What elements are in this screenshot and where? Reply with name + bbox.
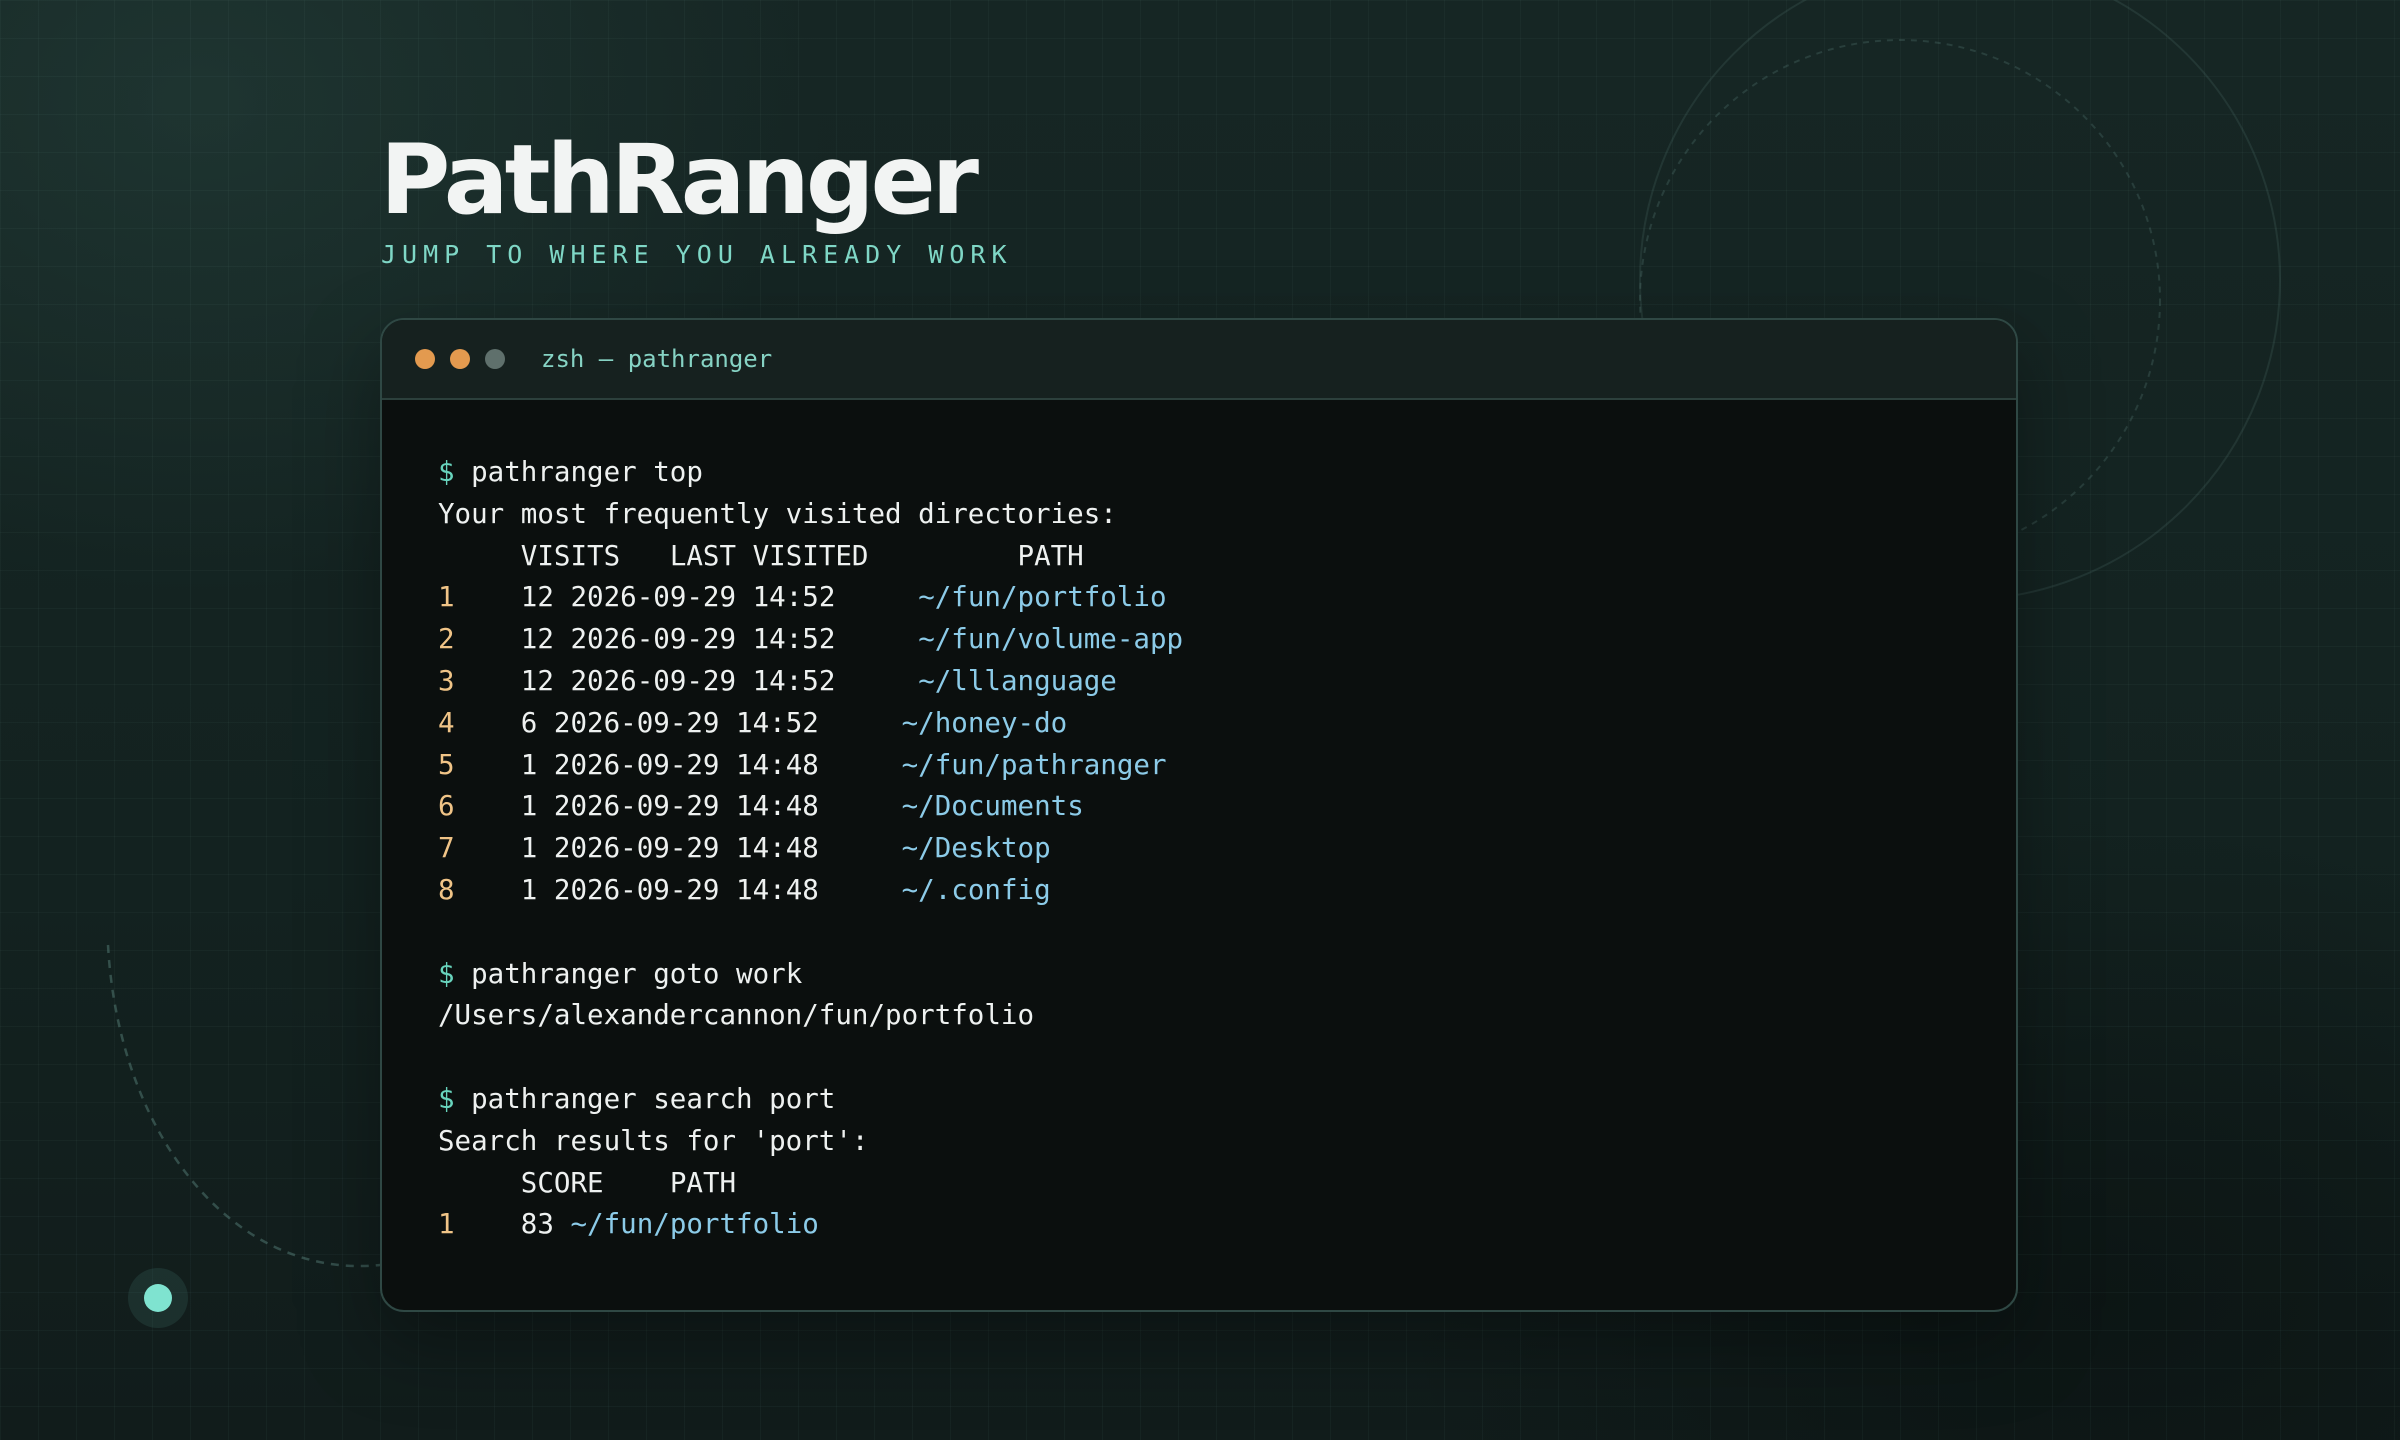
command-text: pathranger top [471, 456, 703, 488]
top-column-header: VISITS LAST VISITED PATH [438, 536, 2016, 578]
row-visits: 1 [520, 873, 538, 906]
table-row: 1 83 ~/fun/portfolio [438, 1204, 2016, 1246]
terminal-window[interactable]: zsh — pathranger $ pathranger top Your m… [380, 318, 2018, 1312]
search-heading: Search results for 'port': [438, 1124, 869, 1157]
row-rank: 2 [438, 623, 455, 656]
terminal-output[interactable]: $ pathranger top Your most frequently vi… [382, 400, 2016, 1246]
row-last-visited: 2026-09-29 14:52 [570, 581, 836, 614]
row-rank: 6 [438, 790, 455, 823]
table-row: 6 1 2026-09-29 14:48 ~/Documents [438, 786, 2016, 828]
row-path: ~/Documents [901, 790, 1084, 823]
row-rank: 8 [438, 873, 455, 906]
table-row: 7 1 2026-09-29 14:48 ~/Desktop [438, 828, 2016, 870]
close-dot-icon[interactable] [415, 349, 435, 369]
command-line-search: $ pathranger search port [438, 1079, 2016, 1121]
row-path: ~/fun/volume-app [918, 623, 1184, 656]
column-visits: VISITS [520, 539, 621, 572]
row-last-visited: 2026-09-29 14:48 [553, 748, 819, 781]
column-last-visited: LAST VISITED [669, 539, 869, 572]
search-column-header: SCORE PATH [438, 1163, 2016, 1205]
column-score: SCORE [520, 1166, 604, 1199]
row-visits: 1 [520, 790, 538, 823]
row-visits: 1 [520, 748, 538, 781]
column-path: PATH [669, 1166, 737, 1199]
row-last-visited: 2026-09-29 14:48 [553, 873, 819, 906]
row-rank: 4 [438, 706, 455, 739]
tagline: JUMP TO WHERE YOU ALREADY WORK [381, 240, 1013, 269]
row-path: ~/fun/portfolio [918, 581, 1167, 614]
goto-output: /Users/alexandercannon/fun/portfolio [438, 999, 1035, 1032]
brand-title: PathRanger [380, 124, 979, 236]
table-row: 1 12 2026-09-29 14:52 ~/fun/portfolio [438, 577, 2016, 619]
row-visits: 12 [520, 664, 554, 697]
row-path: ~/.config [901, 873, 1051, 906]
row-last-visited: 2026-09-29 14:48 [553, 832, 819, 865]
table-row: 5 1 2026-09-29 14:48 ~/fun/pathranger [438, 745, 2016, 787]
glow-dot [144, 1284, 172, 1312]
row-score: 83 [520, 1208, 554, 1241]
row-rank: 1 [438, 581, 455, 614]
command-text: pathranger search port [471, 1082, 836, 1115]
row-last-visited: 2026-09-29 14:48 [553, 790, 819, 823]
column-path: PATH [1017, 539, 1084, 572]
terminal-titlebar: zsh — pathranger [382, 320, 2016, 400]
prompt-symbol: $ [438, 456, 455, 488]
table-row: 8 1 2026-09-29 14:48 ~/.config [438, 870, 2016, 912]
row-visits: 6 [520, 706, 538, 739]
row-last-visited: 2026-09-29 14:52 [570, 623, 836, 656]
row-path: ~/Desktop [901, 832, 1051, 865]
command-text: pathranger goto work [471, 957, 803, 990]
terminal-title: zsh — pathranger [541, 345, 773, 373]
command-line-top: $ pathranger top [438, 452, 2016, 494]
row-path: ~/fun/portfolio [570, 1208, 819, 1241]
row-visits: 12 [520, 623, 554, 656]
row-last-visited: 2026-09-29 14:52 [553, 706, 819, 739]
row-path: ~/honey-do [901, 706, 1068, 739]
table-row: 4 6 2026-09-29 14:52 ~/honey-do [438, 703, 2016, 745]
row-last-visited: 2026-09-29 14:52 [570, 664, 836, 697]
minimize-dot-icon[interactable] [450, 349, 470, 369]
maximize-dot-icon[interactable] [485, 349, 505, 369]
row-path: ~/lllanguage [918, 664, 1117, 697]
row-path: ~/fun/pathranger [901, 748, 1167, 781]
command-line-goto: $ pathranger goto work [438, 954, 2016, 996]
table-row: 3 12 2026-09-29 14:52 ~/lllanguage [438, 661, 2016, 703]
row-rank: 5 [438, 748, 455, 781]
row-rank: 7 [438, 832, 455, 865]
prompt-symbol: $ [438, 1082, 455, 1115]
row-rank: 1 [438, 1208, 455, 1241]
row-visits: 1 [520, 832, 538, 865]
row-rank: 3 [438, 664, 455, 697]
top-heading: Your most frequently visited directories… [438, 497, 1117, 530]
table-row: 2 12 2026-09-29 14:52 ~/fun/volume-app [438, 619, 2016, 661]
row-visits: 12 [520, 581, 554, 614]
prompt-symbol: $ [438, 957, 455, 990]
